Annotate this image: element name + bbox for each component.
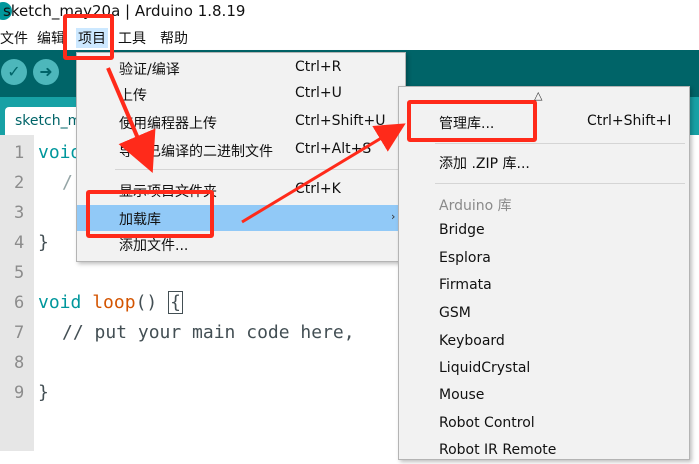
annotation-arrows [106, 67, 406, 224]
annotation-arrow-1 [106, 67, 156, 174]
annotation-arrow-2 [241, 123, 406, 224]
